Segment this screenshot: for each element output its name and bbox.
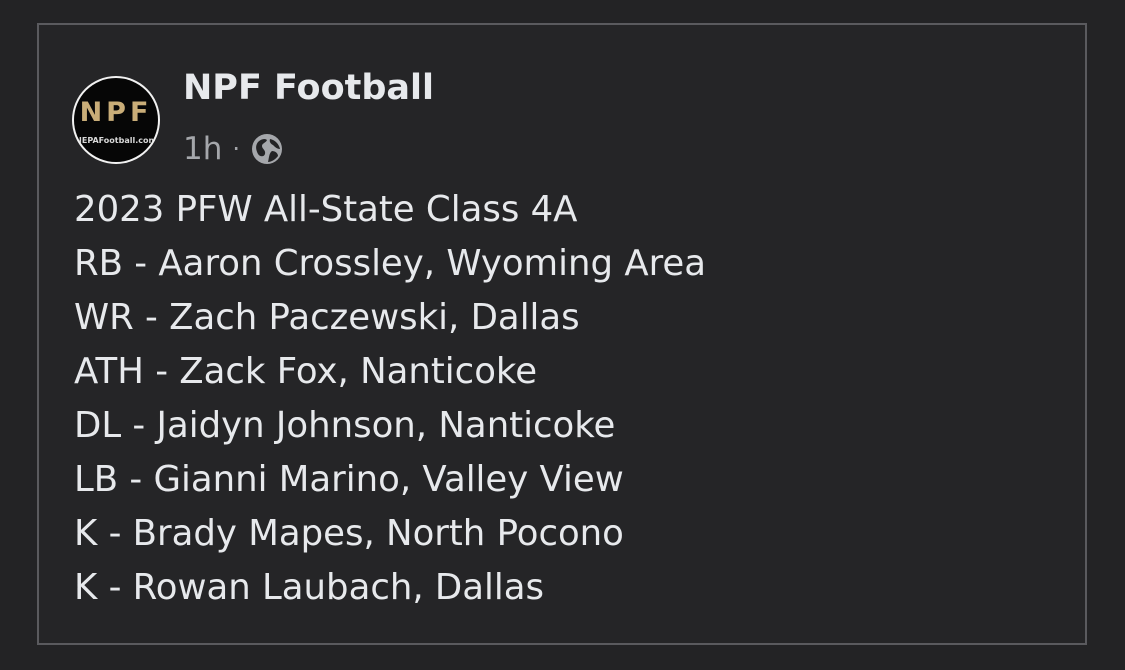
post-meta: 1h · [183,128,284,170]
page-name-link[interactable]: NPF Football [183,66,434,110]
post-line-k-brady: K - Brady Mapes, North Pocono [74,513,624,554]
post-line-title: 2023 PFW All-State Class 4A [74,189,578,230]
post-line-dl: DL - Jaidyn Johnson, Nanticoke [74,405,616,446]
globe-icon[interactable] [250,132,284,166]
post-line-ath: ATH - Zack Fox, Nanticoke [74,351,538,392]
post-line-lb: LB - Gianni Marino, Valley View [74,459,624,500]
avatar-logo-text: NPF [79,97,153,128]
facebook-post-card: NPF NEPAFootball.com NPF Football 1h · 2… [37,23,1087,645]
post-line-rb: RB - Aaron Crossley, Wyoming Area [74,243,707,284]
post-timestamp[interactable]: 1h [183,131,222,167]
meta-separator: · [232,135,241,163]
page-avatar[interactable]: NPF NEPAFootball.com [74,78,158,162]
avatar-site-text: NEPAFootball.com [75,136,157,145]
post-line-wr: WR - Zach Paczewski, Dallas [74,297,580,338]
post-line-k-rowan: K - Rowan Laubach, Dallas [74,567,544,608]
post-text: 2023 PFW All-State Class 4A RB - Aaron C… [74,183,706,615]
